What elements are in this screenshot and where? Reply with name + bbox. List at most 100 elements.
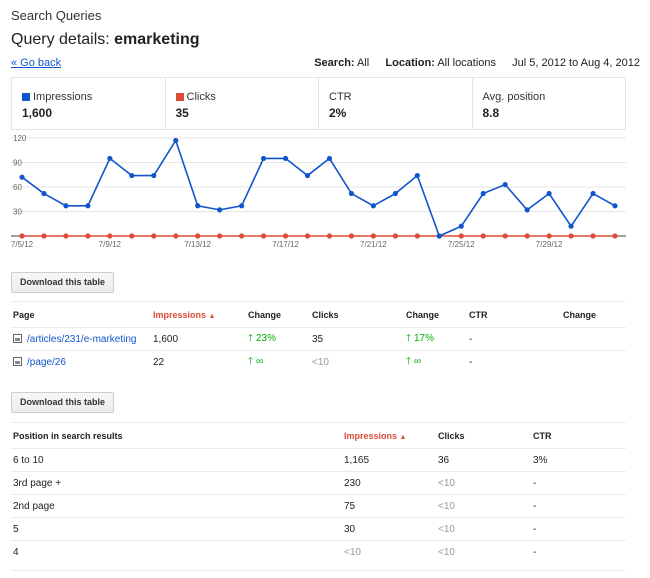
impressions-change-cell: 🡑 23% xyxy=(246,327,310,351)
col-header-label: Impressions xyxy=(344,430,398,441)
clicks-cell: <10 xyxy=(436,540,531,564)
metric-ctr[interactable]: CTR 2% xyxy=(319,78,473,129)
metric-label: Impressions xyxy=(33,91,93,103)
clicks-change-cell: 🡑 ∞ xyxy=(404,350,467,374)
data-point-clicks xyxy=(502,233,508,239)
metric-avg-position[interactable]: Avg. position 8.8 xyxy=(473,78,626,129)
data-point-clicks xyxy=(458,233,464,239)
page-title: Query details: emarketing xyxy=(11,31,200,49)
col-header-impressions[interactable]: Impressions ▲ xyxy=(342,422,436,449)
col-header-clicks[interactable]: Clicks xyxy=(436,422,531,449)
x-tick-label: 7/17/12 xyxy=(272,240,299,249)
location-filter-value[interactable]: All locations xyxy=(437,57,496,69)
data-point-impressions xyxy=(436,233,442,239)
table-row: /page/26 22 🡑 ∞ <10 🡑 ∞ - xyxy=(11,350,626,374)
col-header-clicks[interactable]: Clicks xyxy=(310,301,404,328)
table-row: 6 to 10 1,165 36 3% xyxy=(11,448,626,472)
date-range[interactable]: Jul 5, 2012 to Aug 4, 2012 xyxy=(512,57,640,69)
up-arrow-icon: 🡑 xyxy=(248,355,254,367)
col-header-ctr[interactable]: CTR xyxy=(467,301,561,328)
series-line-impressions xyxy=(21,138,616,238)
search-filter-value[interactable]: All xyxy=(357,57,369,69)
clicks-cell: 35 xyxy=(310,327,404,351)
impressions-cell: 22 xyxy=(151,350,246,374)
positions-table: Position in search results Impressions ▲… xyxy=(11,422,626,564)
position-cell: 5 xyxy=(11,517,342,541)
data-point-clicks xyxy=(304,233,311,239)
clicks-change-cell: 🡑 17% xyxy=(404,327,467,351)
data-point-impressions xyxy=(239,203,245,209)
metric-label: CTR xyxy=(329,91,352,103)
impressions-cell: <10 xyxy=(342,540,436,564)
col-header-position[interactable]: Position in search results xyxy=(11,422,342,449)
data-point-clicks xyxy=(41,233,47,239)
up-arrow-icon: 🡑 xyxy=(248,332,254,344)
sort-arrow-icon: ▲ xyxy=(208,312,216,320)
clicks-color-swatch[interactable] xyxy=(175,93,184,101)
data-point-impressions xyxy=(348,190,355,197)
impressions-cell: 1,165 xyxy=(342,448,436,472)
data-point-clicks xyxy=(348,233,355,239)
data-point-impressions xyxy=(612,203,618,209)
metric-value: 2% xyxy=(329,106,347,120)
data-point-impressions xyxy=(151,172,157,179)
metric-value: 1,600 xyxy=(22,106,53,120)
data-point-clicks xyxy=(590,233,596,239)
data-point-impressions xyxy=(502,181,508,188)
page-link[interactable]: /page/26 xyxy=(27,357,66,368)
position-cell: 4 xyxy=(11,540,342,564)
data-point-clicks xyxy=(260,233,267,239)
data-point-clicks xyxy=(612,233,618,239)
ctr-change-cell xyxy=(561,327,626,351)
metric-impressions[interactable]: Impressions 1,600 xyxy=(12,78,166,129)
metric-value: 35 xyxy=(175,106,189,120)
col-header-ctr-change[interactable]: Change xyxy=(561,301,626,328)
download-positions-table-button[interactable]: Download this table xyxy=(11,392,115,413)
x-tick-label: 7/9/12 xyxy=(99,240,122,249)
table-row: 2nd page 75 <10 - xyxy=(11,494,626,518)
col-header-impressions[interactable]: Impressions ▲ xyxy=(151,301,246,328)
y-tick-label: 30 xyxy=(13,208,22,217)
impressions-clicks-chart: 30 60 90 120 7/5/12 7/9/12 7/13/12 7/17/12 7/21/… xyxy=(11,134,626,249)
data-point-clicks xyxy=(85,233,91,239)
col-header-page[interactable]: Page xyxy=(11,301,151,328)
page-link[interactable]: /articles/231/e-marketing xyxy=(27,334,137,345)
data-point-impressions xyxy=(260,155,267,162)
y-tick-label: 90 xyxy=(13,159,22,168)
data-point-impressions xyxy=(63,203,69,209)
metric-clicks[interactable]: Clicks 35 xyxy=(166,78,319,129)
x-tick-label: 7/21/12 xyxy=(360,240,387,249)
impressions-color-swatch[interactable] xyxy=(22,93,30,101)
table-row: 5 30 <10 - xyxy=(11,517,626,541)
metric-value: 8.8 xyxy=(482,106,500,120)
data-point-clicks xyxy=(63,233,69,239)
up-arrow-icon: 🡑 xyxy=(406,355,412,367)
col-header-impressions-change[interactable]: Change xyxy=(246,301,310,328)
data-point-impressions xyxy=(524,207,530,213)
change-value: 17% xyxy=(413,332,434,344)
data-point-clicks xyxy=(151,233,157,239)
sort-arrow-icon: ▲ xyxy=(399,433,407,441)
change-value: 23% xyxy=(255,332,276,344)
impressions-cell: 1,600 xyxy=(151,327,246,351)
data-point-impressions xyxy=(326,155,333,162)
page-preview-icon[interactable] xyxy=(13,333,22,343)
breadcrumb: Search Queries xyxy=(11,8,102,23)
clicks-cell: <10 xyxy=(436,517,531,541)
ctr-cell: 3% xyxy=(531,448,626,472)
data-point-clicks xyxy=(173,233,179,239)
x-tick-label: 7/29/12 xyxy=(536,240,563,249)
location-filter-label: Location: xyxy=(385,57,435,69)
ctr-change-cell xyxy=(561,350,626,374)
col-header-clicks-change[interactable]: Change xyxy=(404,301,467,328)
download-pages-table-button[interactable]: Download this table xyxy=(11,272,115,293)
page-preview-icon[interactable] xyxy=(13,356,22,366)
col-header-ctr[interactable]: CTR xyxy=(531,422,626,449)
impressions-change-cell: 🡑 ∞ xyxy=(246,350,310,374)
x-tick-label: 7/25/12 xyxy=(448,240,475,249)
data-point-clicks xyxy=(480,233,486,239)
data-point-clicks xyxy=(239,233,245,239)
data-point-impressions xyxy=(546,190,552,197)
go-back-link[interactable]: « Go back xyxy=(11,57,61,69)
position-cell: 6 to 10 xyxy=(11,448,342,472)
